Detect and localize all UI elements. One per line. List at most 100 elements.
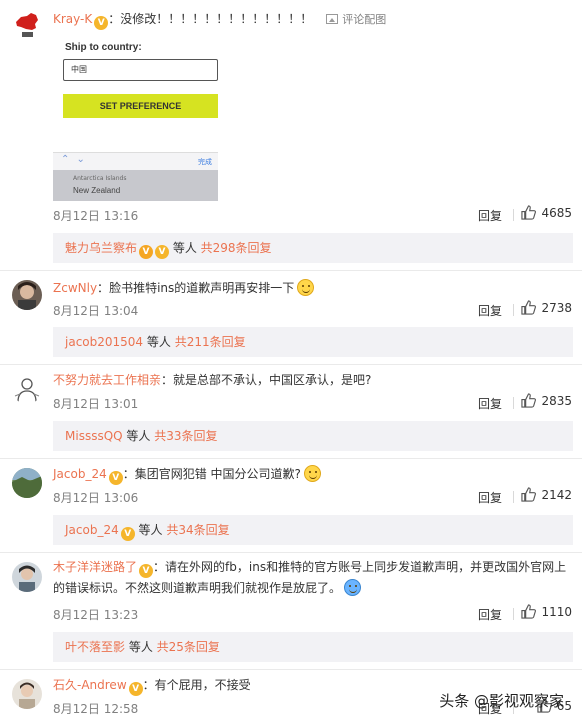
reply-button[interactable]: 回复 xyxy=(478,395,502,412)
like-button[interactable]: 2835 xyxy=(521,393,572,408)
comment-meta: 8月12日 13:04 回复 2738 xyxy=(53,300,572,320)
like-button[interactable]: 1110 xyxy=(521,604,572,619)
reply-count-link[interactable]: 共25条回复 xyxy=(157,640,220,654)
reply-users[interactable]: 魅力乌兰察布 xyxy=(65,241,137,255)
like-count: 2738 xyxy=(541,300,572,315)
user-photo-icon xyxy=(18,282,36,310)
username[interactable]: 石久-Andrew xyxy=(53,678,127,692)
comment-line: Kray-K V ：没修改！！！！！！！！！！！！！ 评论配图 xyxy=(53,12,387,30)
reply-button[interactable]: 回复 xyxy=(478,489,502,506)
comment-text: 没修改！！！！！！！！！！！！！ xyxy=(120,12,313,26)
figure-link[interactable]: 评论配图 xyxy=(326,13,386,26)
vip-badge-icon: V xyxy=(139,245,154,259)
avatar[interactable] xyxy=(12,280,42,310)
reply-count-link[interactable]: 共33条回复 xyxy=(154,429,217,443)
divider xyxy=(0,669,582,670)
thumbs-up-icon xyxy=(521,487,537,502)
comment-date: 8月12日 13:04 xyxy=(53,304,139,318)
divider xyxy=(513,397,514,409)
reply-button[interactable]: 回复 xyxy=(478,207,502,224)
image-icon xyxy=(326,14,339,24)
username[interactable]: ZcwNly xyxy=(53,281,97,295)
reply-count-link[interactable]: 共211条回复 xyxy=(175,335,246,349)
set-preference-button: SET PREFERENCE xyxy=(63,94,218,118)
comment-image[interactable]: Ship to country: 中国 SET PREFERENCE ⌃ ⌄ 完… xyxy=(53,36,218,201)
thumbs-up-icon xyxy=(521,604,537,619)
emoji-icon xyxy=(297,279,315,296)
like-button[interactable]: 4685 xyxy=(521,205,572,220)
divider xyxy=(513,491,514,503)
picker-value: New Zealand xyxy=(73,186,121,195)
reply-button[interactable]: 回复 xyxy=(478,302,502,319)
comment-date: 8月12日 12:58 xyxy=(53,702,139,716)
divider xyxy=(513,608,514,620)
done-label: 完成 xyxy=(198,158,212,166)
comment-date: 8月12日 13:01 xyxy=(53,397,139,411)
ship-to-label: Ship to country: xyxy=(65,42,142,53)
avatar[interactable] xyxy=(12,562,42,592)
vip-badge-icon: V xyxy=(108,471,123,485)
user-photo-icon xyxy=(19,682,35,709)
landscape-photo-icon xyxy=(12,468,42,498)
user-photo-icon xyxy=(19,565,35,592)
comment-line: ZcwNly：脸书推特ins的道歉声明再安排一下 xyxy=(53,278,572,298)
picker-prev: Antarctica Islands xyxy=(73,175,127,182)
avatar[interactable] xyxy=(12,468,42,498)
reply-users[interactable]: Jacob_24 xyxy=(65,523,119,537)
avatar[interactable] xyxy=(12,679,42,709)
sketch-avatar-icon xyxy=(14,378,40,403)
thumbs-up-icon xyxy=(521,205,537,220)
like-button[interactable]: 2738 xyxy=(521,300,572,315)
vip-badge-icon: V xyxy=(139,564,154,578)
like-count: 2835 xyxy=(541,393,572,408)
reply-users[interactable]: 叶不落至影 xyxy=(65,640,125,654)
vip-badge-icon: V xyxy=(94,16,109,30)
emoji-icon xyxy=(344,579,362,596)
comment-date: 8月12日 13:23 xyxy=(53,608,139,622)
reply-summary[interactable]: jacob201504 等人 共211条回复 xyxy=(53,327,573,357)
divider xyxy=(0,270,582,271)
watermark: 头条 @影视观察家 xyxy=(439,692,564,710)
thumbs-up-icon xyxy=(521,300,537,315)
divider xyxy=(0,552,582,553)
china-map-icon xyxy=(16,13,38,37)
reply-summary[interactable]: MissssQQ 等人 共33条回复 xyxy=(53,421,573,451)
vip-badge-icon: V xyxy=(155,245,170,259)
username[interactable]: 不努力就去工作相亲 xyxy=(53,373,161,387)
username[interactable]: 木子洋洋迷路了 xyxy=(53,560,137,574)
like-count: 4685 xyxy=(541,205,572,220)
like-count: 1110 xyxy=(541,604,572,619)
reply-summary[interactable]: 叶不落至影 等人 共25条回复 xyxy=(53,632,573,662)
country-input: 中国 xyxy=(63,59,218,81)
reply-summary[interactable]: 魅力乌兰察布 V V 等人 共298条回复 xyxy=(53,233,573,263)
emoji-icon xyxy=(303,465,321,482)
reply-summary[interactable]: Jacob_24 V 等人 共34条回复 xyxy=(53,515,573,545)
keyboard-toolbar: ⌃ ⌄ 完成 xyxy=(53,152,218,170)
avatar[interactable] xyxy=(12,10,42,40)
reply-count-link[interactable]: 共34条回复 xyxy=(166,523,229,537)
reply-users[interactable]: jacob201504 xyxy=(65,335,143,349)
reply-button[interactable]: 回复 xyxy=(478,606,502,623)
comment-text: 集团官网犯错 中国分公司道歉? xyxy=(134,467,301,481)
comment-text: 有个屁用，不接受 xyxy=(154,678,251,692)
avatar[interactable] xyxy=(12,374,42,404)
vip-badge-icon: V xyxy=(120,527,135,541)
like-button[interactable]: 2142 xyxy=(521,487,572,502)
comment-line: 不努力就去工作相亲：就是总部不承认，中国区承认，是吧? xyxy=(53,373,372,387)
divider xyxy=(513,304,514,316)
divider xyxy=(0,458,582,459)
username[interactable]: Jacob_24 xyxy=(53,467,107,481)
comment-line: Jacob_24 V ：集团官网犯错 中国分公司道歉? xyxy=(53,464,572,485)
country-picker: Antarctica Islands New Zealand xyxy=(53,170,218,201)
comment-meta: 8月12日 13:01 回复 2835 xyxy=(53,393,572,413)
reply-count-link[interactable]: 共298条回复 xyxy=(201,241,272,255)
thumbs-up-icon xyxy=(521,393,537,408)
comment-date: 8月12日 13:16 xyxy=(53,209,139,223)
reply-users[interactable]: MissssQQ xyxy=(65,429,123,443)
comment-meta: 8月12日 13:06 回复 2142 xyxy=(53,487,572,507)
vip-badge-icon: V xyxy=(128,682,143,696)
arrow-icons: ⌃ ⌄ xyxy=(61,154,87,165)
comment-line: 木子洋洋迷路了 V ：请在外网的fb，ins和推特的官方账号上同步发道歉声明，并更改… xyxy=(53,560,567,596)
username[interactable]: Kray-K xyxy=(53,12,92,26)
comment-text: 就是总部不承认，中国区承认，是吧? xyxy=(173,373,372,387)
